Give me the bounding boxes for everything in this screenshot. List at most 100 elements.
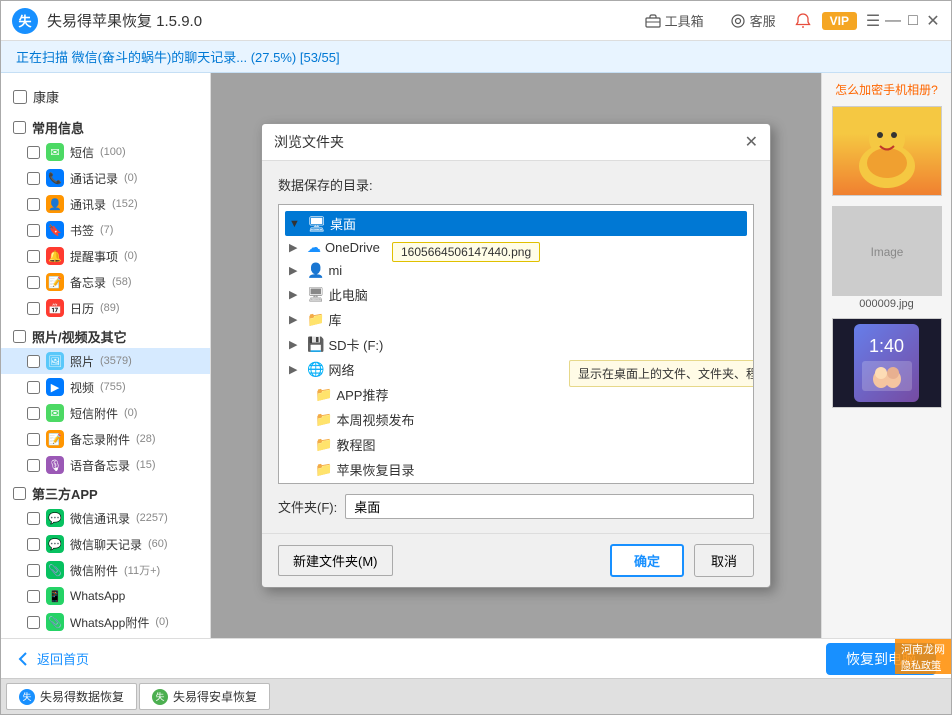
tree-item-this-pc[interactable]: ▶ 🖥 此电脑 <box>285 282 747 307</box>
tree-item-library[interactable]: ▶ 📁 库 <box>285 307 747 332</box>
photos-icon: 🖼 <box>46 352 64 370</box>
window-controls: ☰ — □ ✕ <box>865 13 941 29</box>
notes-att-checkbox[interactable] <box>27 433 40 446</box>
tree-arrow-onedrive: ▶ <box>289 241 303 254</box>
toolbox-button[interactable]: 工具箱 <box>637 8 712 33</box>
photos-checkbox[interactable] <box>27 355 40 368</box>
bell-icon[interactable] <box>794 12 812 30</box>
user-name: 康康 <box>33 87 59 106</box>
tree-label-mi: mi <box>328 263 743 278</box>
pc-icon: 🖥 <box>307 286 325 303</box>
folder-icon-apple-recovery: 📁 <box>315 461 332 478</box>
menu-button[interactable]: ☰ <box>865 13 881 29</box>
voice-checkbox[interactable] <box>27 459 40 472</box>
sms-checkbox[interactable] <box>27 146 40 159</box>
wechat-att-checkbox[interactable] <box>27 564 40 577</box>
tree-item-apple-recovery[interactable]: 📁 苹果恢复目录 <box>285 457 747 482</box>
tree-item-tutorial-images[interactable]: 📁 教程图 <box>285 432 747 457</box>
toolbox-icon <box>645 13 661 29</box>
bookmarks-checkbox[interactable] <box>27 224 40 237</box>
confirm-button[interactable]: 确定 <box>610 544 684 577</box>
thumbnail-2-label: 000009.jpg <box>859 298 913 310</box>
customer-service-button[interactable]: 客服 <box>722 8 784 33</box>
section-photos-checkbox[interactable] <box>13 330 26 343</box>
sms-att-checkbox[interactable] <box>27 407 40 420</box>
reminders-checkbox[interactable] <box>27 250 40 263</box>
tree-item-sd-card[interactable]: ▶ 💾 SD卡 (F:) <box>285 332 747 357</box>
sidebar-item-wechat-contacts[interactable]: 💬 微信通讯录 (2257) <box>1 505 210 531</box>
whatsapp-label: WhatsApp <box>70 589 125 603</box>
sms-count: (100) <box>100 146 126 158</box>
user-checkbox[interactable] <box>13 90 27 104</box>
sidebar-item-photos[interactable]: 🖼 照片 (3579) <box>1 348 210 374</box>
sms-icon: ✉ <box>46 143 64 161</box>
folder-label: 文件夹(F): <box>278 497 337 516</box>
tree-item-desktop[interactable]: ▼ 🖥 桌面 <box>285 211 747 236</box>
taskbar-item-data-recovery[interactable]: 失 失易得数据恢复 <box>6 683 137 710</box>
app-logo: 失 <box>11 7 39 35</box>
call-log-checkbox[interactable] <box>27 172 40 185</box>
main-content: 浏览文件夹 ✕ 数据保存的目录: 1605664506147440.png ▼ … <box>211 73 821 638</box>
close-button[interactable]: ✕ <box>925 13 941 29</box>
browse-folder-dialog: 浏览文件夹 ✕ 数据保存的目录: 1605664506147440.png ▼ … <box>261 123 771 588</box>
tree-item-weekly-video[interactable]: 📁 本周视频发布 <box>285 407 747 432</box>
wechat-contacts-checkbox[interactable] <box>27 512 40 525</box>
minimize-button[interactable]: — <box>885 13 901 29</box>
new-folder-button[interactable]: 新建文件夹(M) <box>278 545 393 576</box>
sidebar-item-whatsapp-attachments[interactable]: 📎 WhatsApp附件 (0) <box>1 609 210 635</box>
sidebar-item-reminders[interactable]: 🔔 提醒事项 (0) <box>1 243 210 269</box>
toolbar-actions: 工具箱 客服 VIP <box>637 8 857 33</box>
thumbnail-1 <box>832 106 942 196</box>
notes-checkbox[interactable] <box>27 276 40 289</box>
wechat-chat-checkbox[interactable] <box>27 538 40 551</box>
encrypt-tip[interactable]: 怎么加密手机相册? <box>835 81 938 98</box>
taskbar-item-android-recovery[interactable]: 失 失易得安卓恢复 <box>139 683 270 710</box>
tree-arrow-mi: ▶ <box>289 264 303 277</box>
taskbar-logo-1: 失 <box>19 689 35 705</box>
sidebar-item-sms[interactable]: ✉ 短信 (100) <box>1 139 210 165</box>
cancel-button[interactable]: 取消 <box>694 544 754 577</box>
app-window: 失 失易得苹果恢复 1.5.9.0 工具箱 客服 VIP ☰ — □ ✕ 正在扫… <box>0 0 952 715</box>
sidebar-item-notes-attachments[interactable]: 📝 备忘录附件 (28) <box>1 426 210 452</box>
whatsapp-att-checkbox[interactable] <box>27 616 40 629</box>
tree-item-shiyide-video[interactable]: 📁 失易得视频 <box>285 482 747 484</box>
sidebar-item-bookmarks[interactable]: 🔖 书签 (7) <box>1 217 210 243</box>
sidebar-item-calendar[interactable]: 📅 日历 (89) <box>1 295 210 321</box>
section-third-party-checkbox[interactable] <box>13 487 26 500</box>
tree-item-mi[interactable]: ▶ 👤 mi <box>285 259 747 282</box>
notes-icon: 📝 <box>46 273 64 291</box>
calendar-label: 日历 <box>70 300 94 317</box>
sidebar-item-whatsapp[interactable]: 📱 WhatsApp <box>1 583 210 609</box>
app-body: 康康 常用信息 ✉ 短信 (100) 📞 通话记录 (0) <box>1 73 951 638</box>
sidebar-item-call-log[interactable]: 📞 通话记录 (0) <box>1 165 210 191</box>
svg-text:Image: Image <box>870 246 903 259</box>
calendar-checkbox[interactable] <box>27 302 40 315</box>
tree-arrow-network: ▶ <box>289 363 303 376</box>
sidebar-item-wechat-attachments[interactable]: 📎 微信附件 (11万+) <box>1 557 210 583</box>
contacts-count: (152) <box>112 198 138 210</box>
back-button[interactable]: 返回首页 <box>16 649 89 668</box>
desktop-tooltip: 显示在桌面上的文件、文件夹、程序快捷方式和其他项目。 <box>569 360 754 387</box>
photos-label: 照片 <box>70 353 94 370</box>
whatsapp-att-count: (0) <box>155 616 168 628</box>
sidebar-item-videos[interactable]: ▶ 视频 (755) <box>1 374 210 400</box>
folder-input[interactable] <box>345 494 754 519</box>
sidebar-item-voice-notes[interactable]: 🎙 语音备忘录 (15) <box>1 452 210 478</box>
sidebar-item-notes[interactable]: 📝 备忘录 (58) <box>1 269 210 295</box>
folder-icon-app-recommend: 📁 <box>315 386 332 403</box>
wechat-chat-icon: 💬 <box>46 535 64 553</box>
whatsapp-checkbox[interactable] <box>27 590 40 603</box>
customer-service-icon <box>730 13 746 29</box>
sidebar-item-contacts[interactable]: 👤 通讯录 (152) <box>1 191 210 217</box>
section-common-checkbox[interactable] <box>13 121 26 134</box>
vip-badge[interactable]: VIP <box>822 12 857 30</box>
sidebar-item-wechat-chat[interactable]: 💬 微信聊天记录 (60) <box>1 531 210 557</box>
whatsapp-icon: 📱 <box>46 587 64 605</box>
section-photos-title: 照片/视频及其它 <box>13 327 198 346</box>
videos-checkbox[interactable] <box>27 381 40 394</box>
maximize-button[interactable]: □ <box>905 13 921 29</box>
modal-close-button[interactable]: ✕ <box>745 132 758 152</box>
whatsapp-att-label: WhatsApp附件 <box>70 614 149 631</box>
sidebar-item-sms-attachments[interactable]: ✉ 短信附件 (0) <box>1 400 210 426</box>
contacts-checkbox[interactable] <box>27 198 40 211</box>
